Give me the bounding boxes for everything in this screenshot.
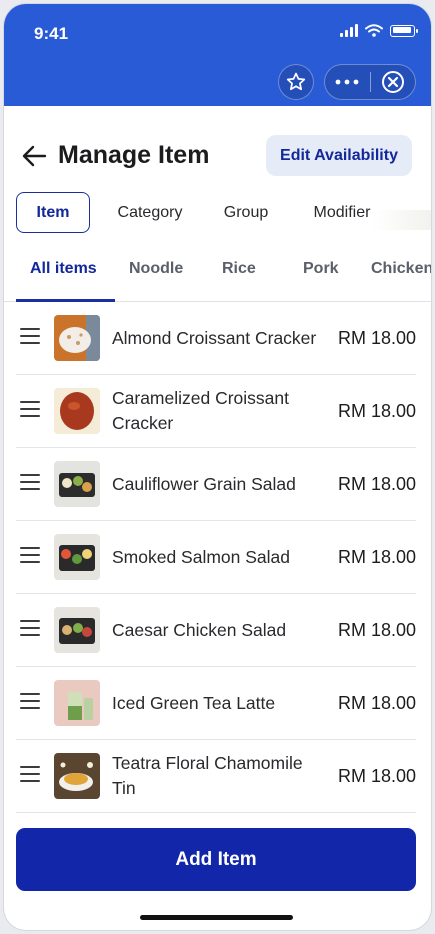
phone-screen: 9:41 Manage Item Edit Availability Item … [4,4,431,930]
category-tab-all-items[interactable]: All items [30,260,97,278]
category-tab-rice[interactable]: Rice [222,260,256,278]
drag-handle-icon[interactable] [20,328,40,344]
favorite-button[interactable] [278,64,314,100]
cellular-signal-icon [340,24,358,37]
tab-group[interactable]: Group [208,192,284,233]
item-name: Teatra Floral Chamomile Tin [112,753,303,798]
list-item[interactable]: Almond Croissant Cracker RM 18.00 [16,302,416,375]
home-indicator [140,915,293,920]
cauliflower-salad-thumbnail [54,461,100,507]
page-header: Manage Item Edit Availability [4,106,431,194]
category-tab-noodle[interactable]: Noodle [129,260,183,278]
almond-croissant-thumbnail [54,315,100,361]
page-title: Manage Item [58,141,210,169]
category-tab-chicken[interactable]: Chicken [371,260,431,278]
item-price: RM 18.00 [337,765,416,786]
list-item[interactable]: Smoked Salmon Salad RM 18.00 [16,521,416,594]
battery-icon [390,24,418,37]
tabs-scroll-fade [372,210,431,230]
edit-availability-button[interactable]: Edit Availability [266,135,412,176]
item-name: Cauliflower Grain Salad [112,473,296,494]
category-tab-pork[interactable]: Pork [303,260,339,278]
drag-handle-icon[interactable] [20,620,40,636]
drag-handle-icon[interactable] [20,401,40,417]
tab-item[interactable]: Item [16,192,90,233]
more-button[interactable] [325,65,370,99]
more-icon [335,79,359,85]
mini-app-top-bar: 9:41 [4,4,431,106]
list-item[interactable]: Caramelized Croissant Cracker RM 18.00 [16,375,416,448]
status-icons [340,24,418,37]
item-price: RM 18.00 [337,400,416,421]
iced-green-tea-latte-thumbnail [54,680,100,726]
item-name: Iced Green Tea Latte [112,692,276,713]
star-icon [286,72,306,91]
item-price: RM 18.00 [337,692,416,713]
caramelized-croissant-thumbnail [54,388,100,434]
drag-handle-icon[interactable] [20,547,40,563]
item-price: RM 18.00 [337,473,416,494]
caesar-chicken-salad-thumbnail [54,607,100,653]
add-item-button[interactable]: Add Item [16,828,416,891]
close-button[interactable] [370,65,415,99]
item-name: Caesar Chicken Salad [112,619,287,640]
item-price: RM 18.00 [337,546,416,567]
tab-category[interactable]: Category [98,192,202,233]
item-name: Almond Croissant Cracker [112,327,317,348]
close-circle-icon [381,71,404,93]
chamomile-tea-thumbnail [54,753,100,799]
list-item[interactable]: Teatra Floral Chamomile Tin RM 18.00 [16,740,416,813]
category-tabs: All items Noodle Rice Pork Chicken [4,250,431,302]
item-name: Caramelized Croissant Cracker [112,388,290,433]
mini-app-capsule [324,64,416,100]
drag-handle-icon[interactable] [20,474,40,490]
wifi-icon [365,24,383,37]
list-item[interactable]: Cauliflower Grain Salad RM 18.00 [16,448,416,521]
segment-tabs: Item Category Group Modifier [16,192,431,234]
list-item[interactable]: Caesar Chicken Salad RM 18.00 [16,594,416,667]
status-time: 9:41 [34,24,69,43]
back-arrow-icon[interactable] [20,144,48,168]
drag-handle-icon[interactable] [20,766,40,782]
list-item[interactable]: Iced Green Tea Latte RM 18.00 [16,667,416,740]
item-price: RM 18.00 [337,327,416,348]
smoked-salmon-salad-thumbnail [54,534,100,580]
item-price: RM 18.00 [337,619,416,640]
item-name: Smoked Salmon Salad [112,546,291,567]
drag-handle-icon[interactable] [20,693,40,709]
